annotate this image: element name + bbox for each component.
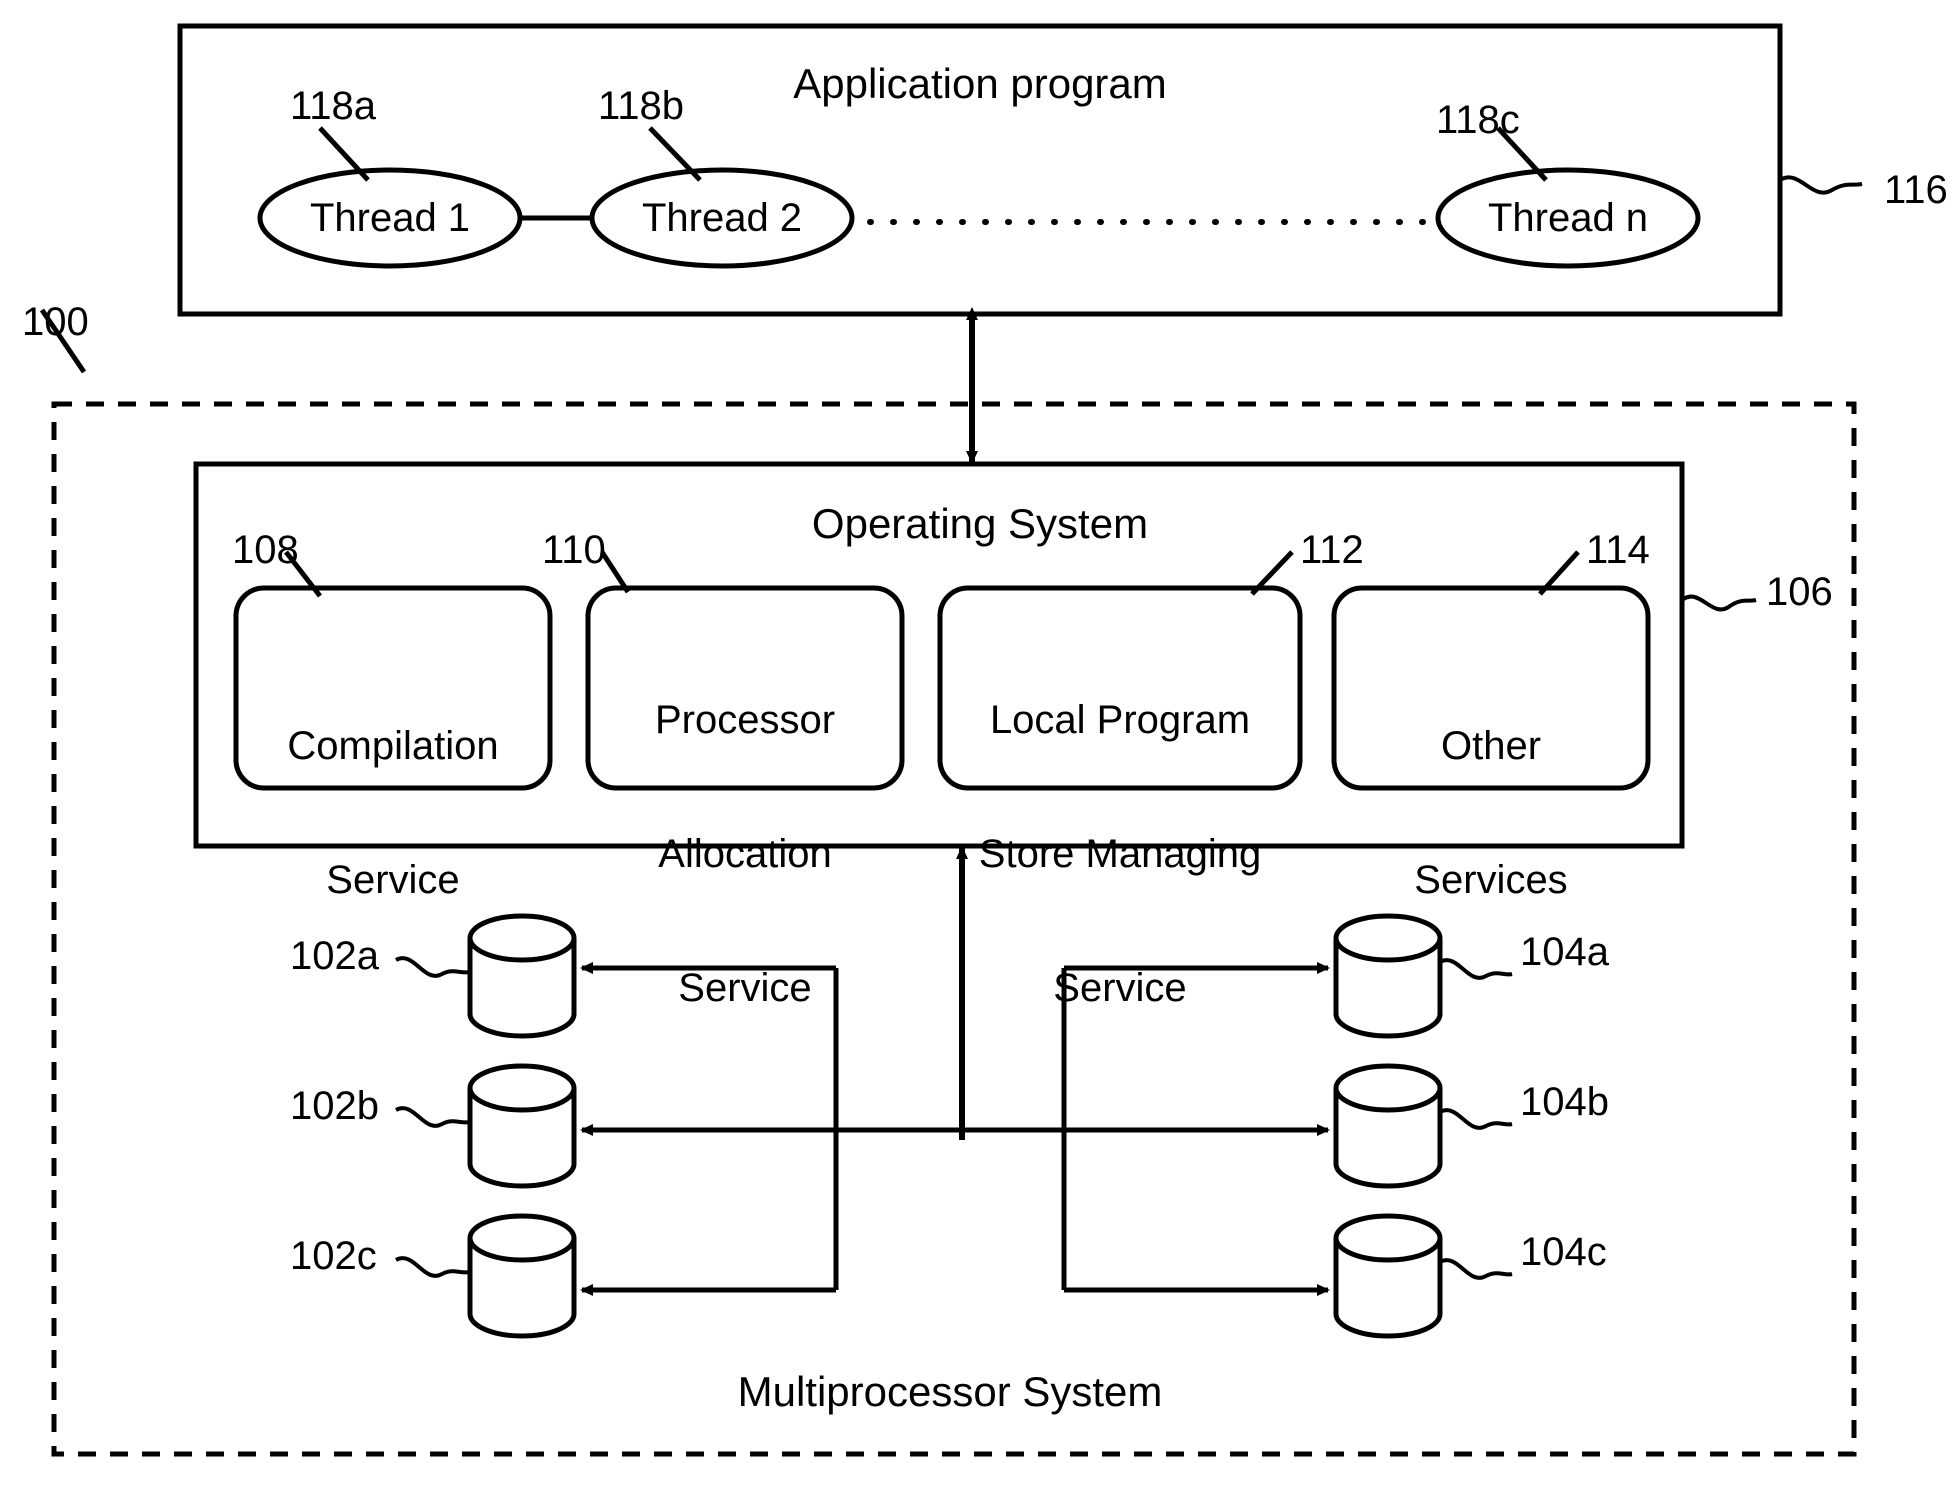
leader-102b bbox=[395, 1106, 471, 1128]
leader-102c bbox=[395, 1256, 471, 1278]
thread-1-label: Thread 1 bbox=[309, 196, 471, 240]
ref-118c: 118c bbox=[1436, 98, 1520, 142]
ref-112: 112 bbox=[1300, 528, 1364, 572]
service-label-processor-allocation: Processor Allocation Service bbox=[655, 608, 835, 1101]
leader-104c bbox=[1439, 1258, 1513, 1280]
ref-100: 100 bbox=[22, 300, 89, 344]
service-line-1: Processor bbox=[654, 697, 836, 742]
service-line-3: Service bbox=[678, 966, 812, 1011]
cylinder-104c bbox=[1333, 1213, 1443, 1339]
leader-116 bbox=[1778, 175, 1863, 195]
cylinder-102b bbox=[467, 1063, 577, 1189]
cylinder-102c bbox=[467, 1213, 577, 1339]
ref-102c: 102c bbox=[290, 1234, 377, 1278]
service-line-1: Other bbox=[1440, 723, 1542, 768]
ref-110: 110 bbox=[542, 528, 606, 572]
ref-102a: 102a bbox=[290, 934, 379, 978]
service-label-local-program-store-managing: Local Program Store Managing Service bbox=[979, 608, 1261, 1101]
leader-104b bbox=[1439, 1108, 1513, 1130]
ref-104a: 104a bbox=[1520, 930, 1609, 974]
service-line-2: Store Managing bbox=[978, 831, 1262, 876]
ref-118a: 118a bbox=[290, 84, 377, 128]
thread-2-label: Thread 2 bbox=[641, 196, 803, 240]
operating-system-title: Operating System bbox=[811, 500, 1149, 547]
service-line-1: Local Program bbox=[989, 697, 1251, 742]
ref-116: 116 bbox=[1884, 168, 1948, 212]
service-line-3: Service bbox=[1053, 966, 1187, 1011]
service-line-2: Service bbox=[326, 857, 460, 902]
patent-figure: Application program 118a 118b 118c 116 1… bbox=[0, 0, 1956, 1489]
ref-102b: 102b bbox=[290, 1084, 379, 1128]
ref-104b: 104b bbox=[1520, 1080, 1609, 1124]
service-line-2: Allocation bbox=[658, 831, 832, 876]
thread-n-label: Thread n bbox=[1487, 196, 1649, 240]
ref-104c: 104c bbox=[1520, 1230, 1607, 1274]
ref-106: 106 bbox=[1766, 570, 1833, 614]
service-line-1: Compilation bbox=[287, 723, 499, 768]
ref-108: 108 bbox=[232, 528, 299, 572]
application-program-title: Application program bbox=[793, 60, 1167, 107]
cylinder-104b bbox=[1333, 1063, 1443, 1189]
multiprocessor-system-caption: Multiprocessor System bbox=[737, 1368, 1163, 1415]
ref-118b: 118b bbox=[598, 84, 685, 128]
service-line-2: Services bbox=[1414, 857, 1568, 902]
leader-106 bbox=[1680, 594, 1757, 612]
ref-114: 114 bbox=[1586, 528, 1650, 572]
